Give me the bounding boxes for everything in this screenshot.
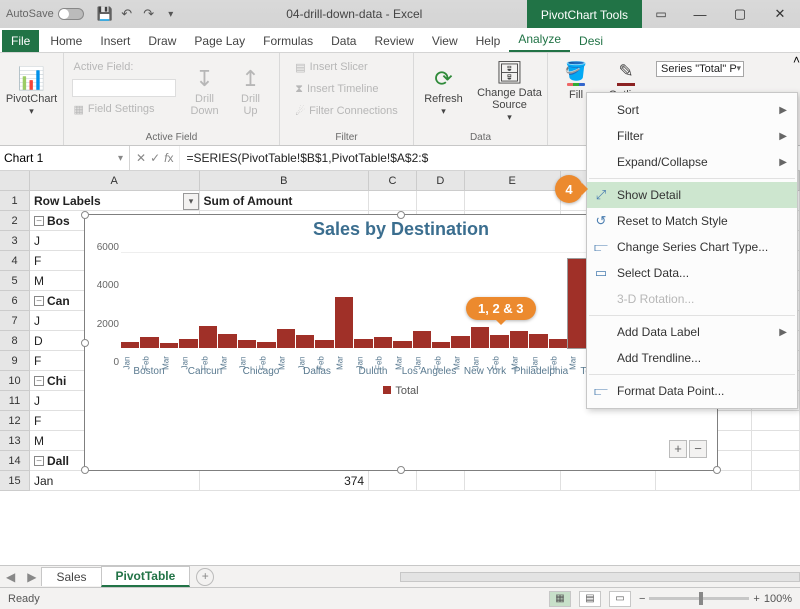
insert-timeline-button[interactable]: ⧗Insert Timeline (293, 79, 400, 99)
accept-formula-icon[interactable]: ✓ (150, 151, 160, 165)
sheet-nav-next[interactable]: ▶ (21, 570, 42, 584)
change-data-source-button[interactable]: 🗄Change Data Source▾ (475, 57, 545, 127)
context-menu: Sort▶Filter▶Expand/Collapse▶ ⤢Show Detail… (586, 92, 798, 409)
chart-element-selector[interactable]: Series "Total" P (656, 61, 744, 77)
ribbon-tabs: File Home Insert Draw Page Lay Formulas … (0, 28, 800, 53)
legend-swatch (383, 386, 391, 394)
name-box[interactable]: Chart 1 (0, 146, 130, 170)
ribbon-display-icon[interactable]: ▭ (642, 0, 680, 28)
fx-icon[interactable]: fx (164, 151, 173, 165)
window-title: 04-drill-down-data - Excel (182, 7, 527, 21)
filter-connections-button[interactable]: ☄Filter Connections (293, 101, 400, 121)
active-field-label: Active Field: (72, 57, 180, 77)
menu-item[interactable]: ⫍Format Data Point... (587, 378, 797, 404)
menu-item[interactable]: ▭Select Data... (587, 260, 797, 286)
page-break-view-button[interactable]: ▭ (609, 591, 631, 607)
zoom-in-button[interactable]: + (753, 593, 759, 605)
title-bar: AutoSave 💾 ↶ ↷ ▾ 04-drill-down-data - Ex… (0, 0, 800, 28)
menu-item[interactable]: ⫍Change Series Chart Type... (587, 234, 797, 260)
menu-item[interactable]: Sort▶ (587, 97, 797, 123)
drill-down-icon: ↧ (195, 67, 213, 91)
collapse-field-button[interactable]: − (689, 440, 707, 458)
status-bar: Ready ▦ ▤ ▭ − + 100% (0, 587, 800, 609)
status-ready: Ready (8, 593, 40, 605)
menu-item[interactable]: Filter▶ (587, 123, 797, 149)
tab-home[interactable]: Home (41, 30, 91, 52)
row-headers[interactable]: 123456789101112131415 (0, 191, 30, 565)
pen-icon: ✎ (618, 61, 633, 82)
sheet-nav-prev[interactable]: ◀ (0, 570, 21, 584)
refresh-icon: ⟳ (434, 67, 452, 91)
redo-icon[interactable]: ↷ (138, 3, 160, 25)
active-field-input[interactable] (72, 79, 176, 97)
settings-icon: ▦ (74, 103, 84, 116)
drill-down-button[interactable]: ↧Drill Down (184, 57, 226, 127)
maximize-button[interactable]: ▢ (720, 0, 760, 28)
qat-more-icon[interactable]: ▾ (160, 3, 182, 25)
paint-bucket-icon: 🪣 (565, 61, 587, 82)
tab-design[interactable]: Desi (570, 30, 612, 52)
drill-up-button[interactable]: ↥Drill Up (230, 57, 272, 127)
pivot-filter-dropdown[interactable]: ▾ (183, 193, 199, 210)
filter-icon: ☄ (295, 105, 305, 118)
tab-file[interactable]: File (2, 30, 39, 52)
undo-icon[interactable]: ↶ (116, 3, 138, 25)
pivotchart-icon: 📊 (18, 67, 45, 91)
tab-formulas[interactable]: Formulas (254, 30, 322, 52)
tab-analyze[interactable]: Analyze (509, 28, 570, 52)
tab-view[interactable]: View (423, 30, 467, 52)
tab-data[interactable]: Data (322, 30, 365, 52)
horizontal-scrollbar[interactable] (400, 572, 800, 582)
timeline-icon: ⧗ (295, 83, 303, 96)
tab-insert[interactable]: Insert (91, 30, 139, 52)
zoom-out-button[interactable]: − (639, 593, 645, 605)
field-settings-button[interactable]: ▦Field Settings (72, 99, 180, 119)
pivotchart-button[interactable]: 📊 PivotChart▾ (5, 57, 59, 127)
menu-item: 3-D Rotation... (587, 286, 797, 312)
page-layout-view-button[interactable]: ▤ (579, 591, 601, 607)
refresh-button[interactable]: ⟳Refresh▾ (417, 57, 471, 127)
menu-item[interactable]: Add Trendline... (587, 345, 797, 371)
tab-review[interactable]: Review (365, 30, 422, 52)
slicer-icon: ▤ (295, 61, 305, 74)
callout-4: 4 (555, 175, 583, 203)
drill-up-icon: ↥ (241, 67, 259, 91)
autosave-toggle[interactable]: AutoSave (6, 8, 84, 20)
sheet-tab-sales[interactable]: Sales (41, 567, 101, 586)
minimize-button[interactable]: — (680, 0, 720, 28)
select-all-corner[interactable] (0, 171, 30, 190)
cancel-formula-icon[interactable]: ✕ (136, 151, 146, 165)
menu-item[interactable]: ⤢Show Detail (587, 182, 797, 208)
add-sheet-button[interactable]: + (196, 568, 214, 586)
menu-item[interactable]: Add Data Label▶ (587, 319, 797, 345)
sheet-tab-bar: ◀ ▶ Sales PivotTable + (0, 565, 800, 587)
tab-draw[interactable]: Draw (139, 30, 185, 52)
sheet-tab-pivottable[interactable]: PivotTable (101, 566, 191, 587)
tab-page-layout[interactable]: Page Lay (185, 30, 254, 52)
insert-slicer-button[interactable]: ▤Insert Slicer (293, 57, 400, 77)
callout-1-2-3: 1, 2 & 3 (466, 297, 536, 320)
pivotchart-tools-tab[interactable]: PivotChart Tools (527, 0, 642, 28)
menu-item[interactable]: ↺Reset to Match Style (587, 208, 797, 234)
data-source-icon: 🗄 (496, 61, 524, 85)
y-axis: 6000400020000 (87, 242, 119, 368)
close-button[interactable]: ✕ (760, 0, 800, 28)
tab-help[interactable]: Help (467, 30, 510, 52)
normal-view-button[interactable]: ▦ (549, 591, 571, 607)
expand-field-button[interactable]: + (669, 440, 687, 458)
zoom-level[interactable]: 100% (764, 593, 792, 605)
save-icon[interactable]: 💾 (94, 3, 116, 25)
menu-item[interactable]: Expand/Collapse▶ (587, 149, 797, 175)
